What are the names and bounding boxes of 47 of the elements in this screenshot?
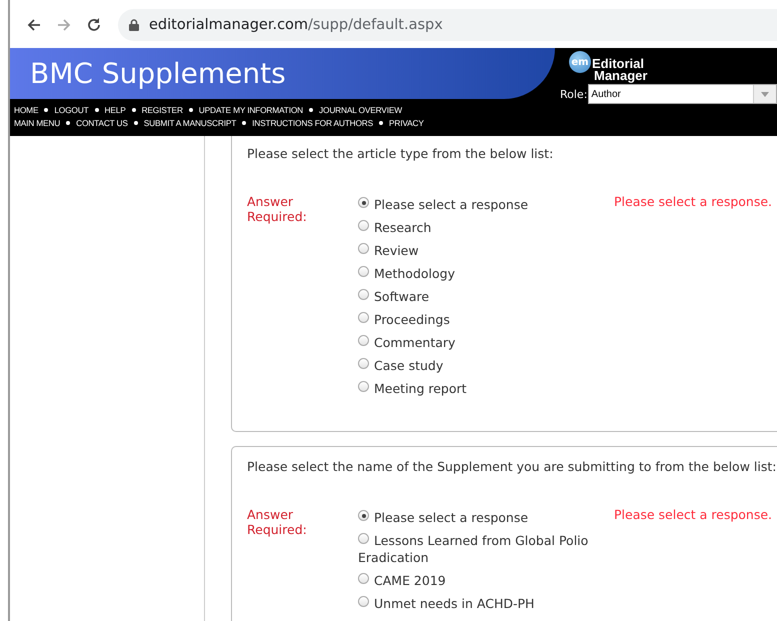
- nav-link[interactable]: SUBMIT A MANUSCRIPT: [144, 118, 236, 128]
- radio-option[interactable]: Case study: [354, 357, 614, 374]
- radio-option[interactable]: Lessons Learned from Global Polio Eradication: [354, 532, 614, 566]
- bullet-icon: [66, 120, 70, 124]
- required-label: Answer Required:: [247, 194, 308, 226]
- bullet-icon: [94, 108, 98, 112]
- radio-option[interactable]: Meeting report: [354, 380, 614, 397]
- error-message: Please select a response.: [614, 194, 774, 211]
- nav-link[interactable]: HOME: [14, 104, 38, 114]
- radio-option[interactable]: Research: [354, 219, 614, 236]
- radio-option[interactable]: Review: [354, 242, 614, 259]
- bullet-icon: [132, 108, 136, 112]
- nav-link[interactable]: JOURNAL OVERVIEW: [319, 104, 402, 114]
- bullet-icon: [134, 120, 138, 124]
- site-title: BMC Supplements: [30, 57, 286, 90]
- bullet-icon: [188, 108, 193, 112]
- back-icon[interactable]: [26, 17, 42, 33]
- nav-link[interactable]: INSTRUCTIONS FOR AUTHORS: [252, 118, 374, 128]
- lock-icon: [129, 19, 139, 31]
- logo: em Editorial Manager: [560, 48, 648, 82]
- radio-option[interactable]: Please select a response: [354, 196, 614, 213]
- nav-link[interactable]: MAIN MENU: [14, 118, 60, 128]
- question-text: Please select the name of the Supplement you are submitting to from the below list:: [247, 459, 777, 476]
- nav-link[interactable]: CONTACT US: [76, 118, 128, 128]
- bullet-icon: [379, 120, 384, 124]
- nav-link[interactable]: REGISTER: [142, 104, 183, 114]
- nav-link[interactable]: LOGOUT: [54, 104, 88, 114]
- radio-option[interactable]: Software: [354, 288, 614, 305]
- nav-link[interactable]: UPDATE MY INFORMATION: [198, 104, 304, 114]
- role-label: Role:: [560, 88, 588, 100]
- radio-option[interactable]: Unmet needs in ACHD-PH: [354, 595, 614, 612]
- bullet-icon: [44, 108, 48, 112]
- nav-link[interactable]: HELP: [104, 104, 126, 114]
- question-text: Please select the article type from the below list:: [247, 146, 554, 163]
- nav-link[interactable]: PRIVACY: [389, 118, 424, 128]
- bullet-icon: [242, 120, 246, 124]
- address-bar[interactable]: editorialmanager.com/supp/default.aspx: [118, 9, 777, 41]
- required-label: Answer Required:: [247, 507, 308, 539]
- radio-option[interactable]: Proceedings: [354, 311, 614, 328]
- reload-icon[interactable]: [86, 17, 102, 33]
- error-message: Please select a response.: [614, 507, 774, 524]
- radio-option[interactable]: Commentary: [354, 334, 614, 351]
- bullet-icon: [309, 108, 314, 112]
- radio-option[interactable]: CAME 2019: [354, 572, 614, 589]
- radio-option[interactable]: Methodology: [354, 265, 614, 282]
- radio-option[interactable]: Please select a response: [354, 509, 614, 526]
- role-dropdown[interactable]: Author: [588, 84, 777, 104]
